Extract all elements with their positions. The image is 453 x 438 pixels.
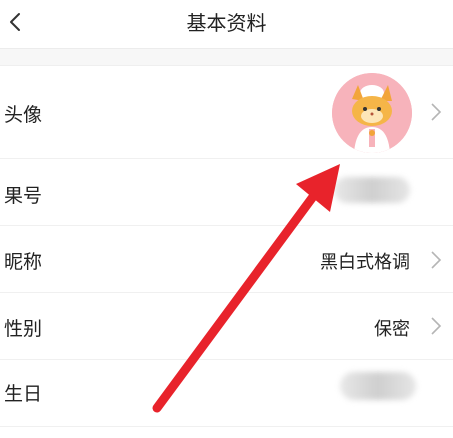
birthday-row[interactable]: 生日: [0, 360, 453, 426]
id-value-blurred: [334, 177, 410, 203]
birthday-value-blurred: [340, 372, 416, 400]
id-row[interactable]: 果号: [0, 159, 453, 225]
top-navigation-bar: 基本资料: [0, 0, 453, 49]
chevron-right-icon: [431, 317, 442, 335]
id-label: 果号: [4, 185, 43, 207]
section-gap: [0, 49, 453, 66]
chevron-right-icon: [431, 251, 442, 269]
gender-label: 性别: [4, 318, 43, 340]
avatar[interactable]: [332, 73, 412, 153]
gender-row[interactable]: 性别 保密: [0, 293, 453, 359]
avatar-row[interactable]: 头像: [0, 66, 453, 158]
page-title: 基本资料: [186, 11, 267, 35]
gender-value: 保密: [374, 319, 410, 340]
cat-chef-avatar-image: [332, 73, 412, 153]
birthday-label: 生日: [4, 383, 43, 405]
nickname-value: 黑白式格调: [320, 252, 410, 273]
nickname-row[interactable]: 昵称 黑白式格调: [0, 226, 453, 292]
avatar-label: 头像: [4, 104, 43, 126]
chevron-right-icon: [431, 103, 442, 121]
divider: [0, 426, 453, 427]
nickname-label: 昵称: [4, 251, 43, 273]
